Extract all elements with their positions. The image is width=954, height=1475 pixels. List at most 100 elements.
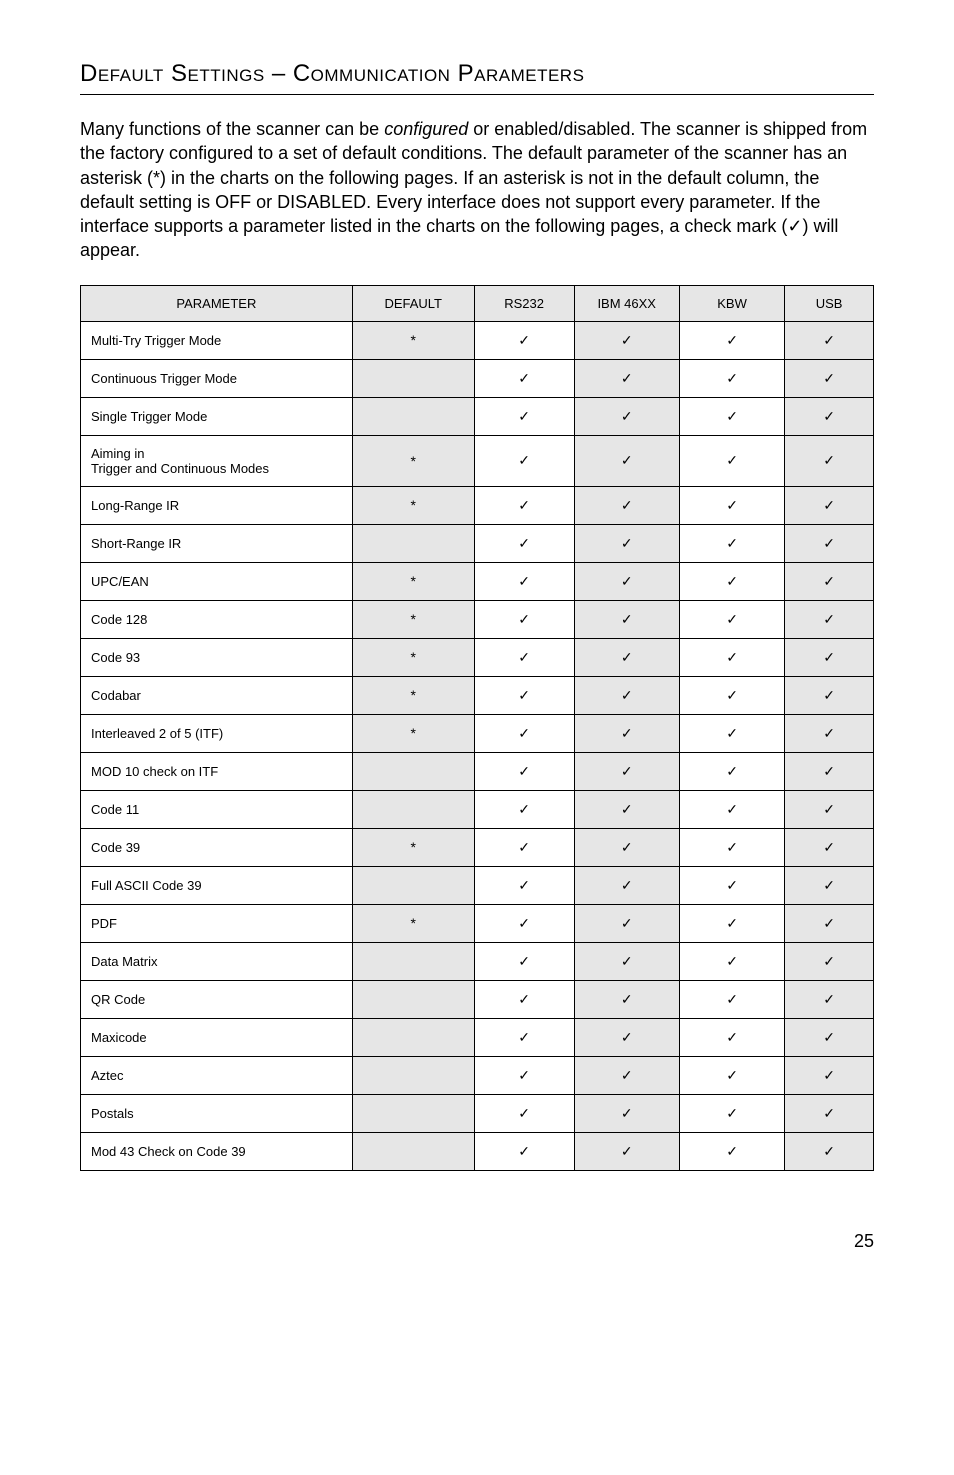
kbw-cell: ✓ xyxy=(679,828,784,866)
param-cell: Codabar xyxy=(81,676,353,714)
rs232-cell: ✓ xyxy=(474,676,574,714)
default-cell: * xyxy=(352,676,474,714)
table-row: Code 11✓✓✓✓ xyxy=(81,790,874,828)
rs232-cell: ✓ xyxy=(474,980,574,1018)
default-cell xyxy=(352,524,474,562)
table-header-row: PARAMETER DEFAULT RS232 IBM 46XX KBW USB xyxy=(81,285,874,321)
usb-cell: ✓ xyxy=(785,752,874,790)
ibm46xx-cell: ✓ xyxy=(574,562,679,600)
table-row: PDF*✓✓✓✓ xyxy=(81,904,874,942)
default-cell: * xyxy=(352,486,474,524)
param-cell: Continuous Trigger Mode xyxy=(81,359,353,397)
ibm46xx-cell: ✓ xyxy=(574,828,679,866)
col-rs232: RS232 xyxy=(474,285,574,321)
usb-cell: ✓ xyxy=(785,600,874,638)
ibm46xx-cell: ✓ xyxy=(574,866,679,904)
kbw-cell: ✓ xyxy=(679,790,784,828)
rs232-cell: ✓ xyxy=(474,942,574,980)
table-row: Code 39*✓✓✓✓ xyxy=(81,828,874,866)
table-row: Interleaved 2 of 5 (ITF)*✓✓✓✓ xyxy=(81,714,874,752)
usb-cell: ✓ xyxy=(785,904,874,942)
usb-cell: ✓ xyxy=(785,524,874,562)
table-row: Short-Range IR✓✓✓✓ xyxy=(81,524,874,562)
table-body: Multi-Try Trigger Mode*✓✓✓✓Continuous Tr… xyxy=(81,321,874,1170)
default-cell: * xyxy=(352,562,474,600)
ibm46xx-cell: ✓ xyxy=(574,600,679,638)
default-cell xyxy=(352,1056,474,1094)
default-cell xyxy=(352,790,474,828)
rs232-cell: ✓ xyxy=(474,486,574,524)
rs232-cell: ✓ xyxy=(474,321,574,359)
kbw-cell: ✓ xyxy=(679,752,784,790)
kbw-cell: ✓ xyxy=(679,321,784,359)
param-cell: Aztec xyxy=(81,1056,353,1094)
rs232-cell: ✓ xyxy=(474,790,574,828)
rs232-cell: ✓ xyxy=(474,714,574,752)
default-cell: * xyxy=(352,714,474,752)
table-row: MOD 10 check on ITF✓✓✓✓ xyxy=(81,752,874,790)
page-number: 25 xyxy=(80,1231,874,1252)
kbw-cell: ✓ xyxy=(679,486,784,524)
table-row: Code 93*✓✓✓✓ xyxy=(81,638,874,676)
usb-cell: ✓ xyxy=(785,321,874,359)
intro-paragraph: Many functions of the scanner can be con… xyxy=(80,117,874,263)
rs232-cell: ✓ xyxy=(474,600,574,638)
ibm46xx-cell: ✓ xyxy=(574,638,679,676)
param-cell: UPC/EAN xyxy=(81,562,353,600)
table-row: QR Code✓✓✓✓ xyxy=(81,980,874,1018)
kbw-cell: ✓ xyxy=(679,942,784,980)
kbw-cell: ✓ xyxy=(679,397,784,435)
col-ibm46xx: IBM 46XX xyxy=(574,285,679,321)
param-cell: QR Code xyxy=(81,980,353,1018)
rs232-cell: ✓ xyxy=(474,752,574,790)
param-cell: Multi-Try Trigger Mode xyxy=(81,321,353,359)
table-row: Code 128*✓✓✓✓ xyxy=(81,600,874,638)
usb-cell: ✓ xyxy=(785,942,874,980)
ibm46xx-cell: ✓ xyxy=(574,524,679,562)
kbw-cell: ✓ xyxy=(679,524,784,562)
kbw-cell: ✓ xyxy=(679,600,784,638)
usb-cell: ✓ xyxy=(785,676,874,714)
rs232-cell: ✓ xyxy=(474,562,574,600)
table-row: Aztec✓✓✓✓ xyxy=(81,1056,874,1094)
rs232-cell: ✓ xyxy=(474,435,574,486)
usb-cell: ✓ xyxy=(785,397,874,435)
rs232-cell: ✓ xyxy=(474,828,574,866)
kbw-cell: ✓ xyxy=(679,980,784,1018)
usb-cell: ✓ xyxy=(785,435,874,486)
usb-cell: ✓ xyxy=(785,1132,874,1170)
ibm46xx-cell: ✓ xyxy=(574,1056,679,1094)
usb-cell: ✓ xyxy=(785,359,874,397)
kbw-cell: ✓ xyxy=(679,904,784,942)
kbw-cell: ✓ xyxy=(679,359,784,397)
default-cell xyxy=(352,1132,474,1170)
default-cell: * xyxy=(352,828,474,866)
parameters-table: PARAMETER DEFAULT RS232 IBM 46XX KBW USB… xyxy=(80,285,874,1171)
default-cell: * xyxy=(352,638,474,676)
default-cell xyxy=(352,942,474,980)
kbw-cell: ✓ xyxy=(679,866,784,904)
ibm46xx-cell: ✓ xyxy=(574,397,679,435)
table-row: Aiming inTrigger and Continuous Modes*✓✓… xyxy=(81,435,874,486)
kbw-cell: ✓ xyxy=(679,435,784,486)
kbw-cell: ✓ xyxy=(679,1018,784,1056)
table-row: Single Trigger Mode✓✓✓✓ xyxy=(81,397,874,435)
table-row: UPC/EAN*✓✓✓✓ xyxy=(81,562,874,600)
table-row: Mod 43 Check on Code 39✓✓✓✓ xyxy=(81,1132,874,1170)
default-cell xyxy=(352,397,474,435)
param-cell: Long-Range IR xyxy=(81,486,353,524)
rs232-cell: ✓ xyxy=(474,524,574,562)
usb-cell: ✓ xyxy=(785,866,874,904)
table-row: Multi-Try Trigger Mode*✓✓✓✓ xyxy=(81,321,874,359)
table-row: Codabar*✓✓✓✓ xyxy=(81,676,874,714)
usb-cell: ✓ xyxy=(785,828,874,866)
table-row: Continuous Trigger Mode✓✓✓✓ xyxy=(81,359,874,397)
usb-cell: ✓ xyxy=(785,1056,874,1094)
default-cell: * xyxy=(352,321,474,359)
default-cell xyxy=(352,866,474,904)
ibm46xx-cell: ✓ xyxy=(574,486,679,524)
param-cell: Interleaved 2 of 5 (ITF) xyxy=(81,714,353,752)
param-cell: Short-Range IR xyxy=(81,524,353,562)
usb-cell: ✓ xyxy=(785,486,874,524)
table-row: Maxicode✓✓✓✓ xyxy=(81,1018,874,1056)
